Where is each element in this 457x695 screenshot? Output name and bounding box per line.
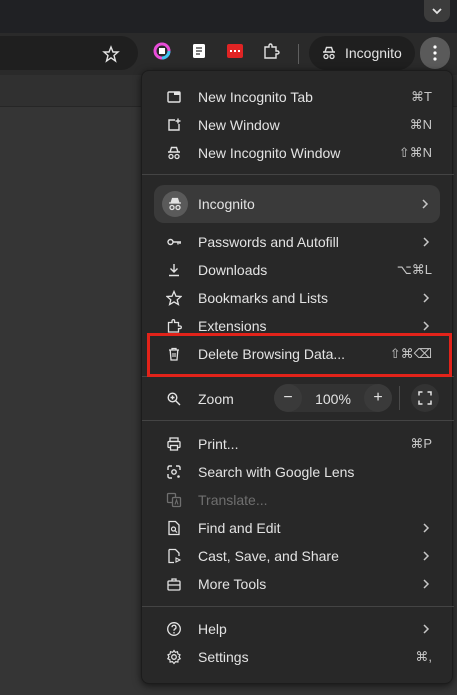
cast-save-icon [166,548,182,564]
chevron-right-icon [423,523,430,533]
menu-divider [142,606,454,607]
menu-item-downloads[interactable]: Downloads ⌥⌘L [142,256,454,284]
menu-item-passwords-autofill[interactable]: Passwords and Autofill [142,228,454,256]
menu-item-label: Find and Edit [198,520,281,536]
menu-item-shortcut: ⌘N [409,117,432,132]
tab-strip [0,0,457,33]
chevron-right-icon [423,293,430,303]
menu-item-translate: Translate... [142,486,454,514]
zoom-controls: − 100% + [274,384,392,412]
gear-icon [166,649,182,665]
menu-item-label: New Incognito Tab [198,89,313,105]
menu-item-cast-save-share[interactable]: Cast, Save, and Share [142,542,454,570]
menu-profile-label: Incognito [198,196,255,212]
star-icon [165,289,183,306]
color-extension-icon[interactable] [153,42,171,60]
chevron-right-icon [423,579,430,589]
profile-chip-label: Incognito [345,45,402,61]
menu-item-google-lens[interactable]: Search with Google Lens [142,458,454,486]
toolbar: Incognito [0,33,457,75]
menu-item-new-window[interactable]: New Window ⌘N [142,111,454,139]
menu-item-print[interactable]: Print... ⌘P [142,430,454,458]
translate-icon [166,492,182,508]
zoom-icon [166,391,182,412]
menu-item-label: More Tools [198,576,267,592]
menu-item-shortcut: ⌘, [415,649,432,664]
menu-item-label: New Incognito Window [198,145,341,161]
menu-item-label: Search with Google Lens [198,464,355,480]
menu-divider [142,174,454,175]
incognito-profile-chip[interactable]: Incognito [309,36,415,70]
fullscreen-button[interactable] [411,384,439,412]
menu-item-label: Settings [198,649,249,665]
zoom-value: 100% [315,391,351,407]
menu-item-label: Print... [198,436,239,452]
zoom-label: Zoom [198,391,234,407]
zoom-separator [399,386,400,410]
menu-item-label: Downloads [198,262,268,278]
menu-item-shortcut: ⌘P [410,436,432,451]
zoom-in-button[interactable]: + [364,384,392,412]
menu-item-label: New Window [198,117,280,133]
help-icon [166,621,182,637]
tab-search-button[interactable] [424,0,450,22]
menu-item-label: Cast, Save, and Share [198,548,339,564]
menu-item-shortcut: ⇧⌘N [398,145,432,160]
fullscreen-icon [418,391,432,405]
download-icon [166,262,182,278]
menu-item-shortcut: ⌘T [411,89,432,104]
menu-item-help[interactable]: Help [142,615,454,643]
extensions-puzzle-icon[interactable] [262,42,280,60]
menu-item-find-edit[interactable]: Find and Edit [142,514,454,542]
menu-item-delete-browsing-data[interactable]: Delete Browsing Data... ⇧⌘⌫ [142,340,454,368]
chevron-right-icon [423,237,430,247]
more-vert-icon [433,45,437,61]
printer-icon [166,436,182,452]
menu-divider [142,420,454,421]
menu-item-label: Translate... [198,492,268,508]
chevron-down-icon [432,8,442,15]
incognito-icon [323,46,335,60]
red-extension-icon[interactable] [226,42,244,60]
puzzle-icon [166,318,182,334]
incognito-icon [166,145,182,161]
menu-item-label: Bookmarks and Lists [198,290,328,306]
chevron-right-icon [423,551,430,561]
menu-item-extensions[interactable]: Extensions [142,312,454,340]
key-icon [166,234,182,250]
menu-zoom-row: Zoom − 100% + [142,384,454,414]
zoom-minus-glyph: − [283,389,293,406]
menu-item-label: Delete Browsing Data... [198,346,346,362]
menu-item-shortcut: ⇧⌘⌫ [389,346,432,361]
menu-item-more-tools[interactable]: More Tools [142,570,454,598]
address-bar[interactable] [0,36,138,70]
new-tab-icon [166,89,182,105]
menu-item-new-incognito-tab[interactable]: New Incognito Tab ⌘T [142,83,454,111]
incognito-avatar-icon [162,191,188,217]
zoom-out-button[interactable]: − [274,384,302,412]
menu-divider [142,376,454,377]
trash-icon [166,346,182,362]
menu-item-label: Help [198,621,227,637]
new-window-icon [166,117,182,133]
menu-item-new-incognito-window[interactable]: New Incognito Window ⇧⌘N [142,139,454,167]
menu-item-settings[interactable]: Settings ⌘, [142,643,454,671]
menu-item-bookmarks-lists[interactable]: Bookmarks and Lists [142,284,454,312]
menu-item-label: Extensions [198,318,267,334]
bookmark-star-icon[interactable] [102,45,120,68]
toolbar-separator [298,44,299,64]
chevron-right-icon [422,199,429,209]
lens-icon [166,464,182,480]
chrome-menu-button[interactable] [420,37,450,69]
notes-extension-icon[interactable] [190,42,208,60]
zoom-plus-glyph: + [373,389,383,406]
menu-profile-incognito[interactable]: Incognito [154,185,440,223]
menu-item-shortcut: ⌥⌘L [396,262,432,277]
toolbox-icon [166,576,182,592]
chevron-right-icon [423,624,430,634]
chevron-right-icon [423,321,430,331]
chrome-app-menu: New Incognito Tab ⌘T New Window ⌘N New I… [141,70,454,684]
find-in-page-icon [166,520,182,536]
menu-item-label: Passwords and Autofill [198,234,339,250]
